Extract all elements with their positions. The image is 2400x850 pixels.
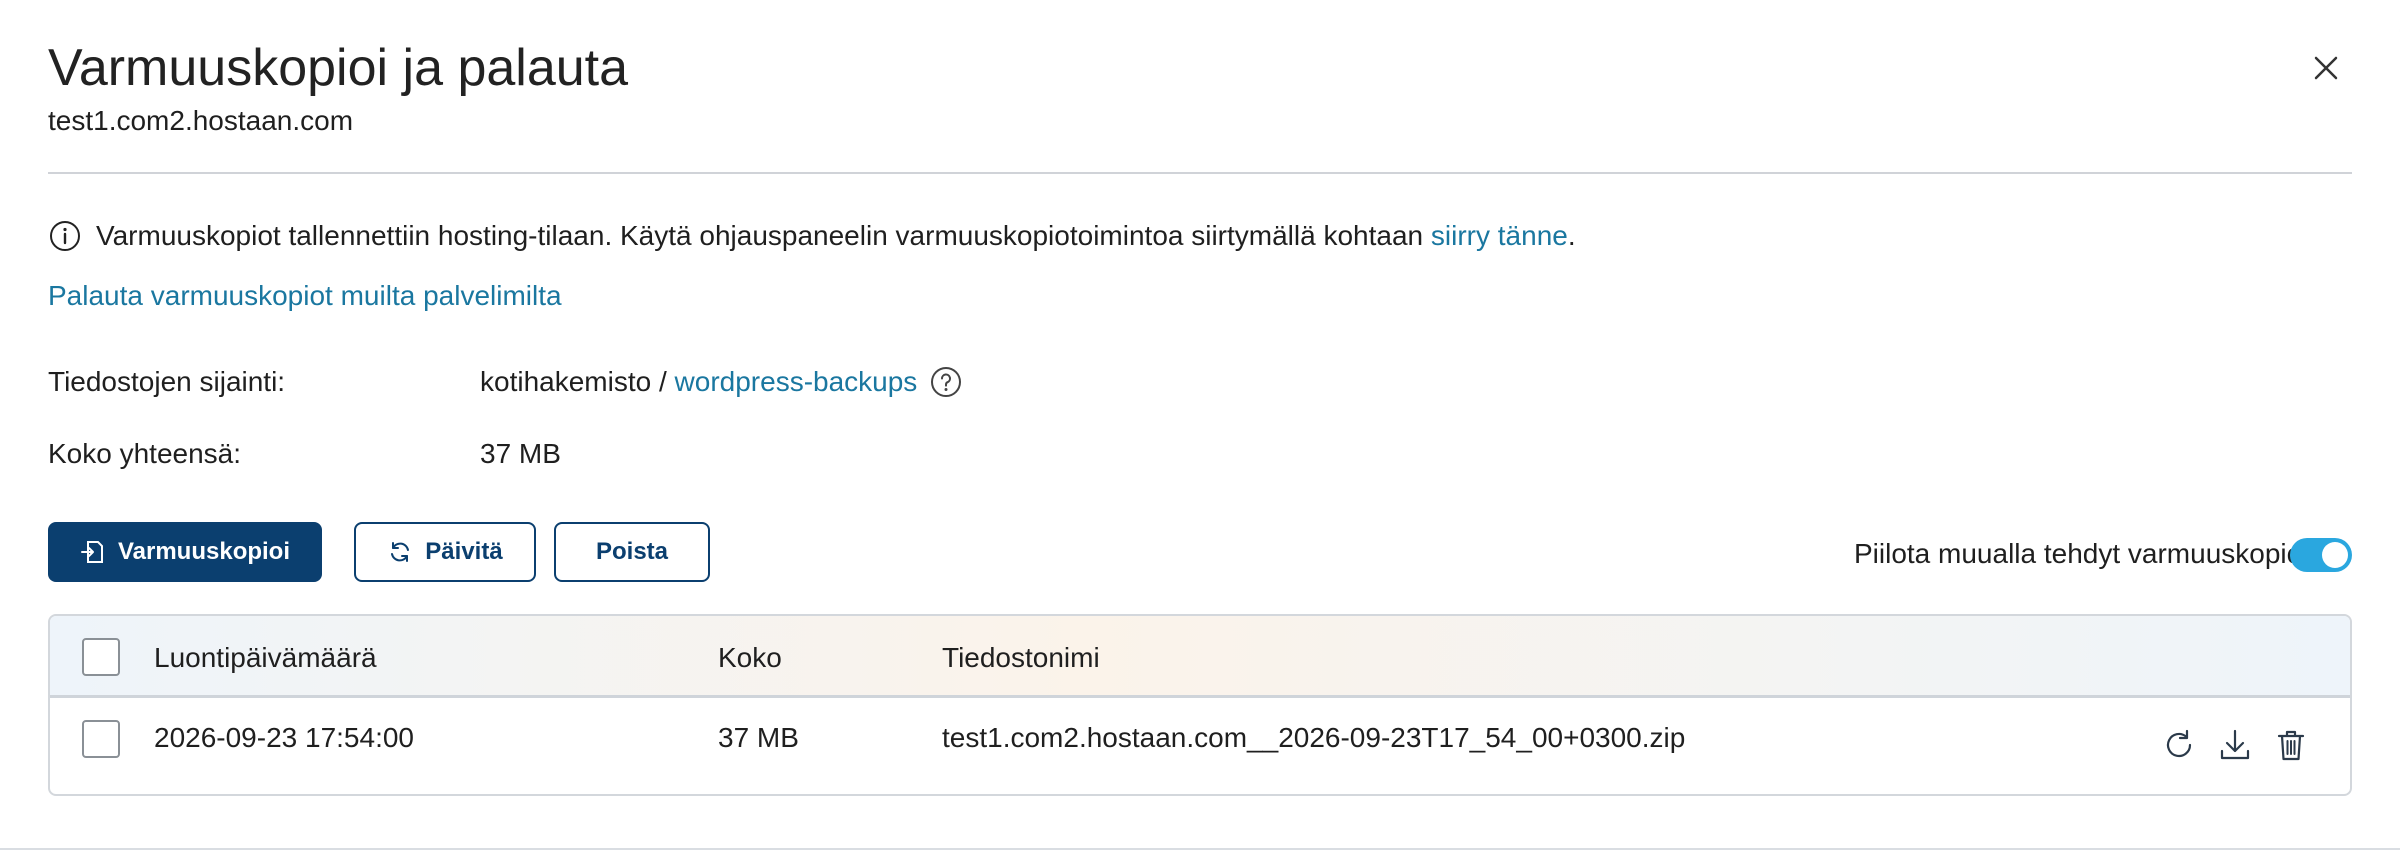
close-icon [2314, 56, 2338, 80]
backups-table: Luontipäivämäärä Koko Tiedostonimi 2026-… [48, 614, 2352, 796]
dialog-subtitle: test1.com2.hostaan.com [48, 105, 354, 136]
restore-icon[interactable] [2160, 726, 2198, 764]
info-text: Varmuuskopiot tallennettiin hosting-tila… [96, 220, 1431, 251]
row-date: 2026-09-23 17:54:00 [154, 722, 414, 753]
table-row: 2026-09-23 17:54:00 37 MB test1.com2.hos… [50, 698, 2350, 794]
backup-dialog: Varmuuskopioi ja palauta test1.com2.host… [0, 0, 2400, 850]
select-all-checkbox[interactable] [82, 638, 120, 676]
row-size: 37 MB [718, 722, 799, 753]
backup-button[interactable]: Varmuuskopioi [48, 522, 322, 582]
delete-button-label: Poista [595, 538, 669, 565]
delete-button[interactable]: Poista [554, 522, 710, 582]
close-button[interactable] [2306, 48, 2346, 88]
refresh-button-label: Päivitä [425, 538, 503, 565]
hide-external-backups-toggle[interactable] [2290, 538, 2352, 572]
row-actions [2160, 726, 2310, 764]
info-notice: Varmuuskopiot tallennettiin hosting-tila… [48, 216, 1576, 256]
header-divider [48, 172, 2352, 174]
info-suffix: . [1567, 220, 1576, 251]
row-filename: test1.com2.hostaan.com__2026-09-23T17_54… [942, 722, 1686, 753]
backup-icon [80, 541, 103, 563]
backup-button-label: Varmuuskopioi [117, 538, 291, 565]
hide-external-backups-label: Piilota muualla tehdyt varmuuskopiot [1853, 538, 2310, 569]
total-size-label: Koko yhteensä: [48, 438, 242, 469]
location-prefix: kotihakemisto / [480, 366, 675, 397]
info-icon [50, 221, 80, 251]
column-header-filename[interactable]: Tiedostonimi [942, 638, 1100, 678]
help-icon[interactable] [929, 365, 963, 399]
dialog-title: Varmuuskopioi ja palauta [48, 39, 629, 97]
column-header-date[interactable]: Luontipäivämäärä [154, 638, 377, 678]
trash-icon[interactable] [2272, 726, 2310, 764]
refresh-icon [391, 542, 410, 562]
file-location-value: kotihakemisto / wordpress-backups [480, 362, 963, 402]
download-icon[interactable] [2216, 726, 2254, 764]
restore-from-other-servers-link[interactable]: Palauta varmuuskopiot muilta palvelimilt… [48, 276, 562, 316]
toggle-knob [2322, 542, 2348, 568]
refresh-button[interactable]: Päivitä [354, 522, 536, 582]
column-header-size[interactable]: Koko [718, 638, 782, 678]
row-checkbox[interactable] [82, 720, 120, 758]
go-here-link[interactable]: siirry tänne [1431, 220, 1568, 252]
table-header: Luontipäivämäärä Koko Tiedostonimi [50, 616, 2350, 698]
wordpress-backups-link[interactable]: wordpress-backups [675, 362, 918, 402]
file-location-label: Tiedostojen sijainti: [48, 366, 286, 397]
total-size-value: 37 MB [480, 438, 561, 469]
